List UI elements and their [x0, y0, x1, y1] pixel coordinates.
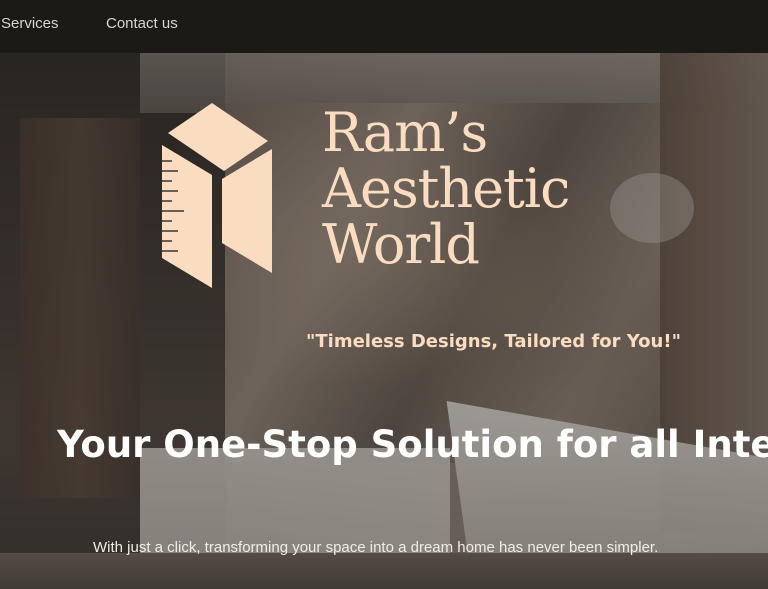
hero-subtext: With just a click, transforming your spa… [93, 539, 659, 556]
hero-section: Ram’s Aesthetic World "Timeless Designs,… [0, 53, 768, 589]
ruler-cube-logo-icon [162, 103, 272, 288]
hero-tagline: "Timeless Designs, Tailored for You!" [306, 331, 681, 352]
top-navbar: Services Contact us [0, 0, 768, 53]
nav-services-link[interactable]: Services [1, 15, 59, 32]
brand-name-line: Aesthetic [322, 157, 570, 220]
nav-contact-link[interactable]: Contact us [106, 15, 178, 32]
brand-name-line: World [322, 213, 480, 276]
brand-name: Ram’s Aesthetic World [322, 101, 570, 276]
hero-headline: Your One-Stop Solution for all Interior [57, 423, 768, 466]
brand-name-line: Ram’s [322, 101, 488, 164]
